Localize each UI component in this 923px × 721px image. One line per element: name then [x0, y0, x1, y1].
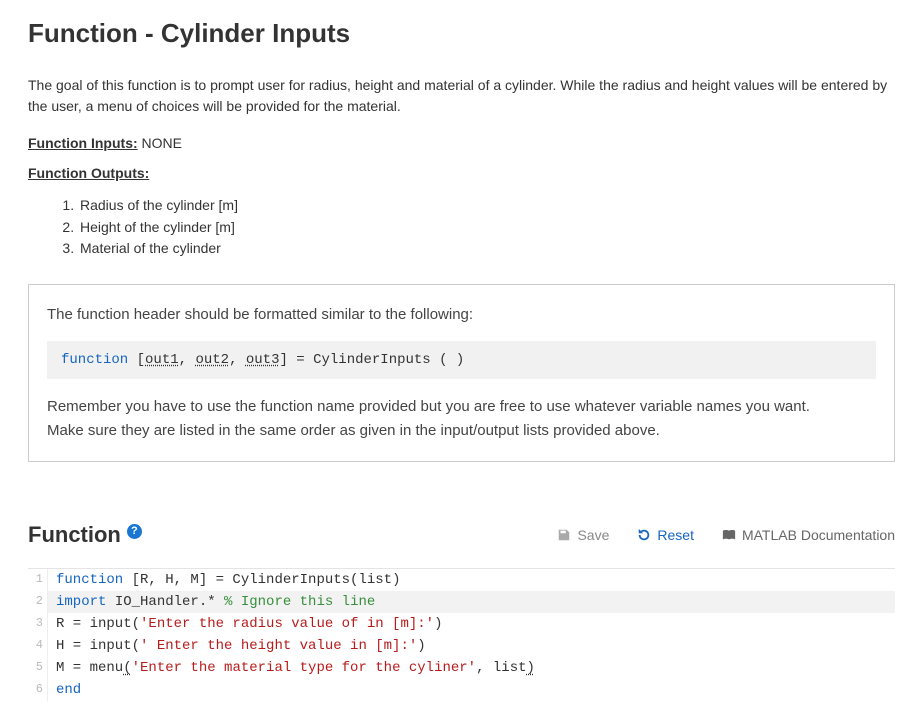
line-number: 6 — [28, 679, 48, 701]
code-line[interactable]: H = input(' Enter the height value in [m… — [48, 635, 895, 657]
function-outputs-list: Radius of the cylinder [m] Height of the… — [28, 195, 895, 260]
code-line[interactable]: M = menu('Enter the material type for th… — [48, 657, 895, 679]
list-item: Material of the cylinder — [78, 238, 895, 260]
section-title: Function ? — [28, 522, 142, 548]
line-number: 1 — [28, 569, 48, 591]
function-inputs-line: Function Inputs: NONE — [28, 135, 895, 151]
function-inputs-value: NONE — [138, 135, 182, 151]
intro-paragraph: The goal of this function is to prompt u… — [28, 75, 895, 117]
code-line[interactable]: R = input('Enter the radius value of in … — [48, 613, 895, 635]
function-outputs-label: Function Outputs: — [28, 165, 895, 181]
code-line[interactable]: import IO_Handler.* % Ignore this line — [48, 591, 895, 613]
line-number: 3 — [28, 613, 48, 635]
editor-toolbar: Save Reset MATLAB Documentation — [557, 527, 895, 543]
line-number: 5 — [28, 657, 48, 679]
hint-code: function [out1, out2, out3] = CylinderIn… — [47, 341, 876, 379]
save-button[interactable]: Save — [557, 527, 609, 543]
reset-icon — [637, 528, 651, 542]
code-line[interactable]: end — [48, 679, 895, 701]
list-item: Height of the cylinder [m] — [78, 217, 895, 239]
matlab-docs-link[interactable]: MATLAB Documentation — [722, 527, 895, 543]
page-title: Function - Cylinder Inputs — [28, 18, 895, 49]
save-icon — [557, 528, 571, 542]
line-number: 4 — [28, 635, 48, 657]
hint-rest-2: Make sure they are listed in the same or… — [47, 419, 876, 443]
help-icon[interactable]: ? — [127, 524, 142, 539]
code-editor[interactable]: 1function [R, H, M] = CylinderInputs(lis… — [28, 568, 895, 701]
hint-intro: The function header should be formatted … — [47, 303, 876, 327]
hint-box: The function header should be formatted … — [28, 284, 895, 462]
reset-button[interactable]: Reset — [637, 527, 694, 543]
line-number: 2 — [28, 591, 48, 613]
function-inputs-label: Function Inputs: — [28, 135, 138, 151]
code-line[interactable]: function [R, H, M] = CylinderInputs(list… — [48, 569, 895, 591]
list-item: Radius of the cylinder [m] — [78, 195, 895, 217]
book-icon — [722, 528, 736, 542]
hint-rest-1: Remember you have to use the function na… — [47, 395, 876, 419]
